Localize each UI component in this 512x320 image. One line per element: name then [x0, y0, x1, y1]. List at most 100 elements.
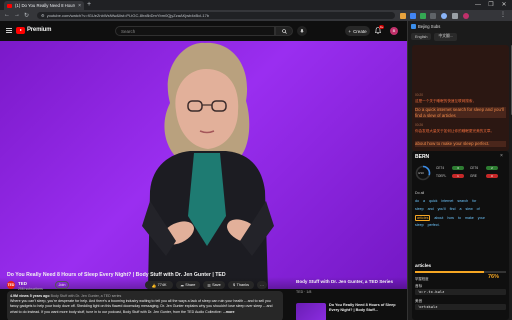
word-token[interactable]: your: [478, 216, 485, 220]
playlist-item-title[interactable]: Do You Really Need 8 Hours of Sleep Ever…: [329, 303, 404, 313]
share-label: Share: [185, 283, 196, 287]
word-token[interactable]: perfect.: [428, 223, 440, 227]
word-token[interactable]: quick: [429, 199, 437, 203]
extension-icon[interactable]: [410, 12, 416, 19]
plus-icon: +: [348, 28, 352, 34]
word-token[interactable]: slew: [465, 207, 472, 211]
save-label: Save: [212, 283, 221, 287]
transcript-pane[interactable]: 00:20 这是一个关于睡眠的快速互联网搜索， Do a quick inter…: [412, 45, 509, 151]
card-title: BERN: [415, 154, 430, 160]
maximize-button[interactable]: ❐: [485, 0, 497, 10]
profile-icon[interactable]: [441, 12, 447, 19]
word-token[interactable]: sleep: [415, 207, 424, 211]
more-actions-button[interactable]: …: [257, 281, 267, 289]
video-title: Do You Really Need 8 Hours of Sleep Ever…: [7, 272, 226, 278]
transcript-en-line[interactable]: about how to make your sleep perfect.: [415, 141, 506, 147]
phonetic-field[interactable]: ˈɑːr.tɪ.kəlz: [415, 289, 506, 295]
extension-icon[interactable]: [420, 12, 426, 19]
mastery-percent: 76%: [488, 274, 500, 280]
youtube-page: Premium Search + Create 9+ B Do You Real…: [0, 21, 407, 320]
menu-dots-icon[interactable]: ⋮: [500, 11, 506, 18]
language-tabs: English 中文翻...: [408, 31, 512, 42]
minimize-button[interactable]: —: [472, 0, 484, 10]
word-token[interactable]: search: [457, 199, 468, 203]
word-token[interactable]: internet: [441, 199, 453, 203]
word-token[interactable]: you'll: [438, 207, 446, 211]
url-text: youtube.com/watch?v=fGUeZnbWsNfw&list=PL…: [46, 13, 210, 18]
thanks-button[interactable]: $ Thanks: [228, 281, 254, 289]
stat-key: TOEFL: [436, 174, 447, 178]
forward-icon[interactable]: →: [14, 12, 20, 18]
stat-key: CET4: [436, 166, 445, 170]
word-token[interactable]: a: [459, 207, 461, 211]
stat-badge: 0: [486, 174, 498, 178]
section-label: Do all: [415, 191, 425, 195]
youtube-logo[interactable]: Premium: [16, 27, 51, 34]
word-token[interactable]: and: [428, 207, 434, 211]
extension-icon[interactable]: [430, 12, 436, 19]
word-token[interactable]: how: [447, 216, 454, 220]
browser-tab[interactable]: (1) Do You Really Need 8 Hours of ×: [4, 1, 84, 10]
word-row: sleep perfect.: [415, 223, 444, 227]
close-icon[interactable]: ×: [500, 153, 503, 159]
subscriber-count: 25M subscribers: [18, 286, 43, 291]
back-icon[interactable]: ←: [4, 12, 10, 18]
voice-search-button[interactable]: [297, 26, 307, 36]
word-token[interactable]: do: [415, 199, 419, 203]
show-more-link[interactable]: ...more: [223, 310, 235, 314]
playlist-title[interactable]: Body Stuff with Dr. Jen Gunter, a TED Se…: [296, 279, 401, 285]
tab-english[interactable]: English: [411, 33, 432, 40]
word-token[interactable]: sleep: [415, 223, 424, 227]
series-tag[interactable]: Body Stuff with Dr. Jen Gunter, a TED se…: [51, 294, 122, 298]
join-button[interactable]: Join: [55, 281, 69, 289]
create-button[interactable]: + Create: [345, 26, 370, 36]
avatar[interactable]: B: [390, 27, 398, 35]
word-token[interactable]: for: [472, 199, 476, 203]
playlist-thumbnail[interactable]: [296, 303, 326, 320]
stat-badge: 1: [452, 174, 464, 178]
new-tab-button[interactable]: +: [87, 1, 91, 8]
word-row: articles about how to make your: [415, 215, 489, 221]
search-input[interactable]: Search: [115, 26, 275, 36]
word-token[interactable]: a: [423, 199, 425, 203]
word-token-highlighted[interactable]: articles: [415, 215, 431, 221]
stat-badge: 3: [452, 166, 464, 170]
playlist-subtitle: TED · 1/8: [296, 290, 312, 294]
video-player[interactable]: [0, 41, 407, 289]
phonetic-field[interactable]: ˈɑrtɪkəlz: [415, 304, 506, 310]
word-token[interactable]: find: [450, 207, 456, 211]
word-token[interactable]: about: [434, 216, 443, 220]
word-row: sleep and you'll find a slew of: [415, 207, 484, 211]
account-icon[interactable]: [463, 12, 469, 19]
timestamp[interactable]: 00:26: [415, 123, 423, 127]
save-button[interactable]: ☰ Save: [203, 281, 225, 289]
notifications-button[interactable]: 9+: [375, 25, 385, 34]
channel-avatar[interactable]: TED: [7, 281, 15, 289]
like-button[interactable]: 👍 774K: [145, 281, 173, 289]
speaker-figure: [142, 42, 274, 289]
word-token[interactable]: to: [458, 216, 461, 220]
site-info-icon[interactable]: ⚙: [41, 13, 45, 18]
reload-icon[interactable]: ↻: [24, 12, 29, 19]
puzzle-icon[interactable]: [452, 12, 458, 19]
search-placeholder: Search: [121, 28, 136, 34]
share-button[interactable]: ➦ Share: [176, 281, 200, 289]
like-count: 774K: [157, 283, 167, 287]
search-button[interactable]: [275, 26, 293, 36]
hamburger-menu-icon[interactable]: [6, 28, 12, 33]
word-analysis-card: BERN × 3/10 CET4 3 CET6 2 TOEFL 1 GRE 0 …: [412, 151, 509, 320]
tab-close-icon[interactable]: ×: [78, 3, 81, 9]
microphone-icon: [300, 28, 304, 33]
panel-header: Bejing Subs: [408, 21, 512, 31]
extension-icon[interactable]: [400, 12, 406, 19]
close-window-button[interactable]: ✕: [498, 0, 510, 10]
word-token[interactable]: of: [477, 207, 480, 211]
timestamp[interactable]: 00:20: [415, 93, 423, 97]
mastery-progress-bar: [415, 271, 506, 273]
address-bar[interactable]: ⚙ youtube.com/watch?v=fGUeZnbWsNfw&list=…: [37, 12, 395, 19]
tab-chinese[interactable]: 中文翻...: [434, 32, 458, 41]
description-box[interactable]: 4.9M views 5 years ago Body Stuff with D…: [7, 291, 283, 320]
transcript-en-line[interactable]: Do a quick internet search for sleep and…: [415, 107, 506, 119]
word-token[interactable]: make: [465, 216, 474, 220]
channel-name[interactable]: TED: [18, 281, 27, 286]
